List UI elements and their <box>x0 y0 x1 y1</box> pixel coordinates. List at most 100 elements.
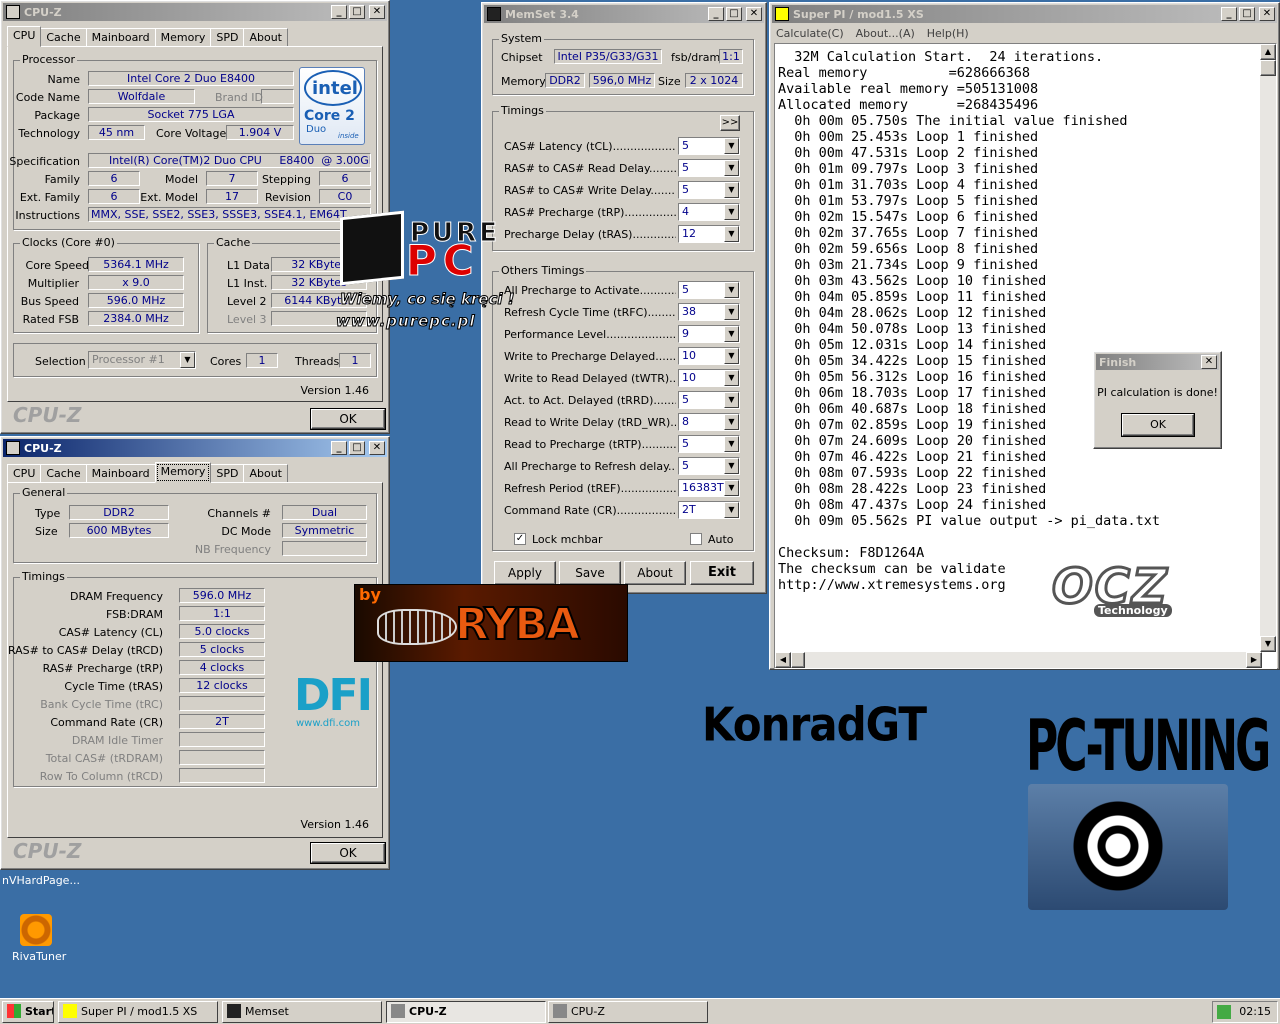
tray-network-icon[interactable] <box>1217 1005 1231 1019</box>
tab-cache[interactable]: Cache <box>40 464 87 483</box>
memset-timing-select[interactable]: 4 ▼ <box>678 203 740 221</box>
chevron-down-icon[interactable]: ▼ <box>724 204 739 220</box>
taskbar-item[interactable]: Super PI / mod1.5 XS <box>58 1001 218 1023</box>
close-button[interactable]: ✕ <box>369 441 385 455</box>
tab-cpu[interactable]: CPU <box>7 464 42 483</box>
close-button[interactable]: ✕ <box>746 7 762 21</box>
minimize-button[interactable]: _ <box>708 7 724 21</box>
menu-about[interactable]: About...(A) <box>856 27 915 40</box>
scroll-thumb[interactable] <box>1260 60 1276 76</box>
finish-ok-button[interactable]: OK <box>1121 413 1195 437</box>
menu-help[interactable]: Help(H) <box>927 27 969 40</box>
memset-timing-select[interactable]: 5 ▼ <box>678 391 740 409</box>
auto-checkbox[interactable] <box>690 533 702 545</box>
memset-timing-select[interactable]: 9 ▼ <box>678 325 740 343</box>
tab-spd[interactable]: SPD <box>210 464 245 483</box>
title-bar[interactable]: Super PI / mod1.5 XS _ □ ✕ <box>772 5 1277 23</box>
scroll-hthumb[interactable] <box>791 652 805 668</box>
about-button[interactable]: About <box>624 561 686 585</box>
chevron-down-icon[interactable]: ▼ <box>724 480 739 496</box>
memset-timing-select[interactable]: 5 ▼ <box>678 159 740 177</box>
scroll-up-button[interactable]: ▲ <box>1260 44 1276 60</box>
ok-button[interactable]: OK <box>310 842 386 864</box>
chevron-down-icon[interactable]: ▼ <box>724 348 739 364</box>
memset-app-icon <box>487 7 501 21</box>
close-button[interactable]: ✕ <box>369 5 385 19</box>
maximize-button[interactable]: □ <box>349 5 365 19</box>
chevron-down-icon[interactable]: ▼ <box>724 414 739 430</box>
nvhardpage-label[interactable]: nVHardPage... <box>2 874 80 887</box>
scroll-left-button[interactable]: ◀ <box>775 652 791 668</box>
purepc-slogan: Wiemy, co się kręci ! <box>340 290 516 309</box>
chevron-down-icon[interactable]: ▼ <box>724 304 739 320</box>
taskbar-item[interactable]: CPU-Z <box>548 1001 708 1023</box>
expand-button[interactable]: >> <box>720 115 740 131</box>
maximize-button[interactable]: □ <box>1239 7 1255 21</box>
title-bar[interactable]: CPU-Z _ □ ✕ <box>3 439 387 457</box>
title-bar[interactable]: CPU-Z _ □ ✕ <box>3 3 387 21</box>
memset-timing-select[interactable]: 5 ▼ <box>678 457 740 475</box>
minimize-button[interactable]: _ <box>1221 7 1237 21</box>
chevron-down-icon[interactable]: ▼ <box>724 182 739 198</box>
apply-button[interactable]: Apply <box>494 561 556 585</box>
rivatuner-icon[interactable] <box>20 914 52 946</box>
minimize-button[interactable]: _ <box>331 5 347 19</box>
memset-timing-select[interactable]: 10 ▼ <box>678 369 740 387</box>
lock-mchbar-checkbox[interactable]: ✓ <box>514 533 526 545</box>
chevron-down-icon[interactable]: ▼ <box>724 392 739 408</box>
close-button[interactable]: ✕ <box>1201 355 1217 369</box>
chevron-down-icon[interactable]: ▼ <box>724 502 739 518</box>
chevron-down-icon[interactable]: ▼ <box>724 458 739 474</box>
tab-about[interactable]: About <box>243 28 288 47</box>
start-button[interactable]: Start <box>2 1001 54 1023</box>
maximize-button[interactable]: □ <box>726 7 742 21</box>
save-button[interactable]: Save <box>559 561 621 585</box>
memset-timing-select[interactable]: 38 ▼ <box>678 303 740 321</box>
memset-timing-select[interactable]: 10 ▼ <box>678 347 740 365</box>
window-title: CPU-Z <box>24 441 62 455</box>
scroll-down-button[interactable]: ▼ <box>1260 636 1276 652</box>
horizontal-scrollbar[interactable]: ◀ ▶ <box>775 652 1262 668</box>
tab-cache[interactable]: Cache <box>40 28 87 47</box>
memset-timing-select[interactable]: 16383T ▼ <box>678 479 740 497</box>
title-bar[interactable]: Finish ✕ <box>1096 354 1219 370</box>
tab-cpu[interactable]: CPU <box>7 26 42 47</box>
ok-button[interactable]: OK <box>310 408 386 430</box>
chevron-down-icon[interactable]: ▼ <box>180 352 195 368</box>
memset-timing-select[interactable]: 12 ▼ <box>678 225 740 243</box>
title-bar[interactable]: MemSet 3.4 _ □ ✕ <box>484 5 764 23</box>
tab-mainboard[interactable]: Mainboard <box>85 464 156 483</box>
timing-label: DRAM Idle Timer <box>71 734 163 747</box>
chevron-down-icon[interactable]: ▼ <box>724 370 739 386</box>
tab-mainboard[interactable]: Mainboard <box>85 28 156 47</box>
chevron-down-icon[interactable]: ▼ <box>724 160 739 176</box>
vertical-scrollbar[interactable]: ▲ ▼ <box>1260 44 1276 652</box>
minimize-button[interactable]: _ <box>331 441 347 455</box>
close-button[interactable]: ✕ <box>1259 7 1275 21</box>
memset-timing-select[interactable]: 5 ▼ <box>678 281 740 299</box>
memset-timing-select[interactable]: 8 ▼ <box>678 413 740 431</box>
rivatuner-label[interactable]: RivaTuner <box>12 950 66 963</box>
menu-calculate[interactable]: Calculate(C) <box>776 27 844 40</box>
chevron-down-icon[interactable]: ▼ <box>724 436 739 452</box>
chevron-down-icon[interactable]: ▼ <box>724 282 739 298</box>
tab-memory[interactable]: Memory <box>154 28 212 47</box>
scroll-right-button[interactable]: ▶ <box>1246 652 1262 668</box>
output-line: 0h 07m 46.422s Loop 21 finished <box>778 449 1047 465</box>
memset-timing-select[interactable]: 5 ▼ <box>678 435 740 453</box>
chevron-down-icon[interactable]: ▼ <box>724 226 739 242</box>
memset-timing-select[interactable]: 2T ▼ <box>678 501 740 519</box>
tab-about[interactable]: About <box>243 464 288 483</box>
chevron-down-icon[interactable]: ▼ <box>724 326 739 342</box>
taskbar-item[interactable]: Memset <box>222 1001 382 1023</box>
taskbar-item[interactable]: CPU-Z <box>386 1001 546 1023</box>
dot-leader: .............................. <box>616 504 676 517</box>
exit-button[interactable]: Exit <box>690 561 754 585</box>
tab-spd[interactable]: SPD <box>210 28 245 47</box>
memset-timing-select[interactable]: 5 ▼ <box>678 137 740 155</box>
processor-select[interactable]: Processor #1 ▼ <box>88 351 196 369</box>
chevron-down-icon[interactable]: ▼ <box>724 138 739 154</box>
memset-timing-select[interactable]: 5 ▼ <box>678 181 740 199</box>
maximize-button[interactable]: □ <box>349 441 365 455</box>
tab-memory[interactable]: Memory <box>154 462 212 483</box>
